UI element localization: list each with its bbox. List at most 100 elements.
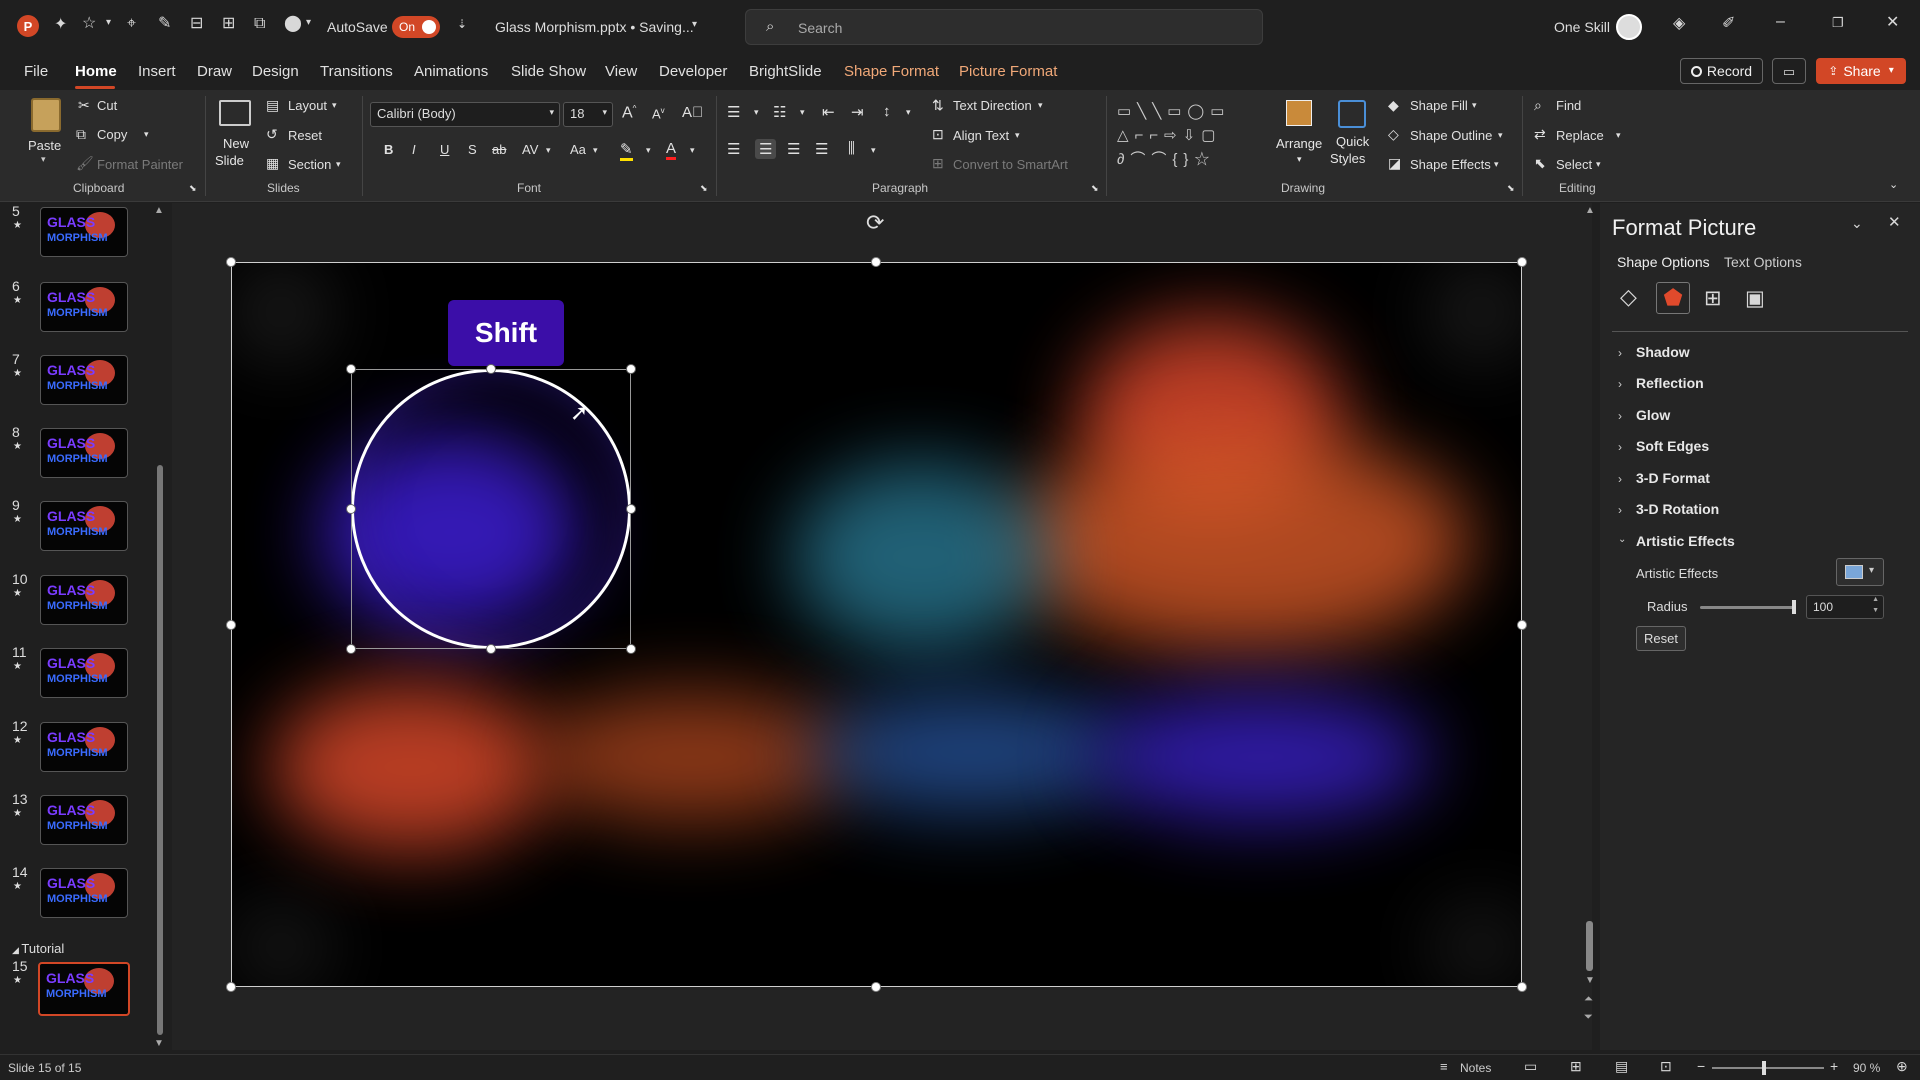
bullets-icon[interactable]: ☰ — [727, 103, 740, 121]
launcher-icon[interactable]: ⬊ — [189, 183, 197, 194]
increase-indent-icon[interactable]: ⇥ — [851, 103, 864, 121]
layout-button[interactable]: Layout — [288, 98, 327, 113]
tab-text-options[interactable]: Text Options — [1724, 254, 1802, 270]
circle-resize-handle[interactable] — [626, 504, 636, 514]
chevron-down-icon[interactable]: ▾ — [1498, 130, 1503, 141]
tab-file[interactable]: File — [24, 63, 48, 80]
section-glow[interactable]: Glow — [1636, 407, 1670, 423]
launcher-icon[interactable]: ⬊ — [1091, 183, 1099, 194]
circle-resize-handle[interactable] — [626, 644, 636, 654]
radius-slider-thumb[interactable] — [1792, 600, 1796, 614]
select-button[interactable]: Select — [1556, 157, 1592, 172]
chevron-down-icon[interactable]: ▾ — [906, 107, 911, 118]
chevron-down-icon[interactable]: ▾ — [144, 129, 149, 140]
align-right-icon[interactable]: ☰ — [787, 140, 800, 158]
tab-home[interactable]: Home — [75, 63, 117, 80]
cut-button[interactable]: Cut — [97, 98, 117, 113]
circle-resize-handle[interactable] — [626, 364, 636, 374]
search-input[interactable]: Search — [798, 20, 842, 36]
circle-resize-handle[interactable] — [486, 644, 496, 654]
zoom-slider-thumb[interactable] — [1762, 1061, 1766, 1075]
chevron-down-icon[interactable]: ▾ — [646, 145, 651, 156]
tab-animations[interactable]: Animations — [414, 63, 488, 80]
reset-button[interactable]: Reset — [1636, 626, 1686, 651]
underline-button[interactable]: U — [440, 142, 449, 157]
chevron-down-icon[interactable]: ▾ — [1616, 130, 1621, 141]
rotate-handle-icon[interactable]: ⟳ — [866, 210, 884, 236]
tab-slide-show[interactable]: Slide Show — [511, 63, 586, 80]
slide-thumbnail[interactable]: GLASS MORPHISM — [40, 355, 128, 405]
font-size-select[interactable]: 18 ▾ — [563, 102, 613, 127]
zoom-slider[interactable] — [1712, 1061, 1824, 1075]
chevron-down-icon[interactable]: ▾ — [546, 145, 551, 156]
avatar[interactable] — [1616, 14, 1642, 40]
decrease-indent-icon[interactable]: ⇤ — [822, 103, 835, 121]
circle-resize-handle[interactable] — [346, 364, 356, 374]
chevron-down-icon[interactable]: ⌄ — [1851, 216, 1863, 230]
chevron-down-icon[interactable]: ▾ — [754, 107, 759, 118]
quick-styles-button[interactable]: Quick Styles — [1330, 98, 1376, 174]
record-button[interactable]: Record — [1680, 58, 1763, 84]
align-text-button[interactable]: Align Text — [953, 128, 1009, 143]
close-icon[interactable]: ✕ — [1886, 15, 1899, 31]
section-reflection[interactable]: Reflection — [1636, 375, 1704, 391]
artistic-effects-dropdown[interactable]: ▾ — [1836, 558, 1884, 586]
numbering-icon[interactable]: ☷ — [773, 103, 786, 121]
chevron-down-icon[interactable]: ▾ — [332, 100, 337, 111]
group-icon[interactable]: ⧉ — [254, 16, 265, 32]
convert-smartart-button[interactable]: Convert to SmartArt — [953, 157, 1068, 172]
paste-button[interactable]: Paste ▾ — [26, 96, 66, 170]
slide-thumbnail[interactable]: GLASS MORPHISM — [40, 501, 128, 551]
canvas-scrollbar[interactable] — [1586, 921, 1593, 971]
strikethrough-button[interactable]: ab — [492, 142, 506, 157]
tab-insert[interactable]: Insert — [138, 63, 176, 80]
resize-handle[interactable] — [871, 982, 881, 992]
scroll-up-icon[interactable]: ▲ — [154, 205, 164, 216]
clear-format-icon[interactable]: A⃫ — [682, 104, 703, 121]
search-box[interactable]: ⌕ Search — [745, 9, 1263, 45]
slide-thumbnail[interactable]: GLASS MORPHISM — [40, 722, 128, 772]
resize-handle[interactable] — [1517, 257, 1527, 267]
chevron-down-icon[interactable]: ▾ — [336, 159, 341, 170]
collapse-ribbon-icon[interactable]: ⌄ — [1889, 178, 1898, 191]
document-title[interactable]: Glass Morphism.pptx • Saving... — [495, 19, 694, 35]
fill-line-icon[interactable]: ◇ — [1620, 286, 1637, 308]
star-icon[interactable]: ☆ — [82, 16, 96, 32]
collapse-section-icon[interactable]: ◢ — [12, 945, 21, 955]
slide-thumbnail[interactable]: GLASS MORPHISM — [38, 962, 130, 1016]
arrange-button[interactable]: Arrange ▾ — [1276, 98, 1326, 174]
chevron-down-icon[interactable]: ▾ — [690, 145, 695, 156]
copy-button[interactable]: Copy — [97, 127, 127, 142]
share-button[interactable]: ⇪ Share ▾ — [1816, 58, 1906, 84]
reset-button[interactable]: Reset — [288, 128, 322, 143]
tab-brightslide[interactable]: BrightSlide — [749, 63, 822, 80]
replace-button[interactable]: Replace — [1556, 128, 1604, 143]
tab-view[interactable]: View — [605, 63, 637, 80]
slide-thumbnail[interactable]: GLASS MORPHISM — [40, 575, 128, 625]
scroll-down-icon[interactable]: ▼ — [154, 1038, 164, 1049]
slide-thumbnail[interactable]: GLASS MORPHISM — [40, 207, 128, 257]
justify-icon[interactable]: ☰ — [815, 140, 828, 158]
grow-font-icon[interactable]: A^ — [622, 104, 636, 122]
shape-icon[interactable]: ⌖ — [127, 16, 136, 32]
diamond-icon[interactable]: ◈ — [1673, 16, 1685, 32]
bold-button[interactable]: B — [384, 142, 393, 157]
columns-icon[interactable]: ⫼ — [848, 140, 855, 157]
new-slide-button[interactable]: New Slide — [213, 96, 257, 176]
fill-icon[interactable]: ⬤ — [284, 16, 302, 32]
slide-thumbnail[interactable]: GLASS MORPHISM — [40, 648, 128, 698]
shape-outline-button[interactable]: Shape Outline — [1410, 128, 1492, 143]
resize-handle[interactable] — [1517, 620, 1527, 630]
chevron-down-icon[interactable]: ▾ — [1472, 100, 1477, 111]
close-icon[interactable]: ✕ — [1888, 215, 1901, 230]
launcher-icon[interactable]: ⬊ — [700, 183, 708, 194]
font-color-icon[interactable]: A — [666, 140, 677, 160]
chevron-down-icon[interactable]: ▾ — [1494, 159, 1499, 170]
zoom-in-icon[interactable]: + — [1830, 1059, 1838, 1073]
picture-icon[interactable]: ▣ — [1745, 288, 1765, 309]
circle-resize-handle[interactable] — [346, 644, 356, 654]
line-spacing-icon[interactable]: ↕ — [883, 103, 891, 120]
launcher-icon[interactable]: ⬊ — [1507, 183, 1515, 194]
circle-resize-handle[interactable] — [346, 504, 356, 514]
spin-up-icon[interactable]: ▲ — [1872, 596, 1879, 603]
